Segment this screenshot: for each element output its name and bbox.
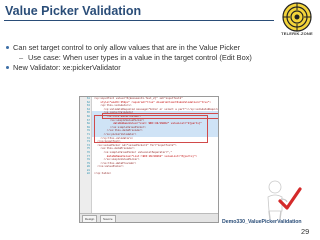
editor-tab-bar: Design Source [80, 213, 218, 222]
demo-caption: Demo330_ValuePickerValidation [222, 219, 302, 225]
title-divider [4, 20, 274, 21]
code-editor-screenshot: 61 <xp:inputText value="#{document1.Test_… [79, 96, 219, 223]
code-text: </xp:table> [94, 172, 112, 176]
sub-bullet-text: Use case: When user types in a value in … [28, 53, 252, 62]
tab-design[interactable]: Design [82, 215, 98, 222]
sub-bullet-item: – Use case: When user types in a value i… [6, 53, 276, 63]
slide-title: Value Picker Validation [5, 4, 142, 18]
highlight-box-picker-validator [94, 115, 208, 143]
site-logo [282, 2, 312, 32]
code-line: 82 </xp:table> [87, 172, 218, 176]
bullet-list: Can set target control to only allow val… [6, 43, 276, 73]
line-number: 82 [86, 172, 90, 176]
dash-marker: – [19, 53, 24, 62]
person-with-check-icon [267, 180, 302, 219]
tab-source[interactable]: Source [100, 215, 116, 222]
bullet-item: New Validator: xe:pickerValidator [6, 63, 276, 73]
logo-text: TELERIK.ZONE [281, 31, 313, 36]
page-number: 29 [301, 227, 310, 236]
bullet-item: Can set target control to only allow val… [6, 43, 276, 53]
